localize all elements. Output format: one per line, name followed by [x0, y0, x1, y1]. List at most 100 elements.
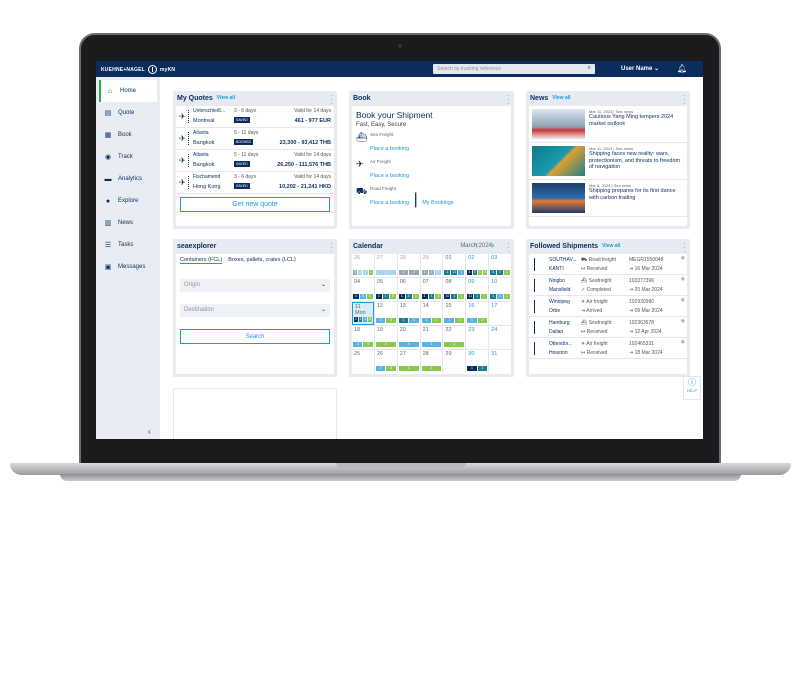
news-item[interactable]: Mar 11, 2024 | Sea news Shipping faces ne… — [529, 143, 687, 180]
quote-row[interactable]: ✈ Fischamend Hong Kong 3 - 6 days SAVED Valid… — [176, 172, 334, 194]
sidebar-item-home[interactable]: ⌂ Home — [99, 80, 157, 102]
event-count[interactable]: 2 — [477, 318, 488, 323]
calendar-day[interactable]: 12 3 3 — [374, 302, 397, 325]
more-options-icon[interactable]: · · · — [330, 240, 333, 256]
event-count[interactable]: 1 — [435, 270, 442, 275]
calendar-day[interactable]: 14 1 1 — [420, 302, 443, 325]
event-count[interactable]: 3 — [490, 270, 497, 275]
calendar-day[interactable]: 11 Mon 2 1 1 3 — [352, 302, 374, 325]
event-count[interactable]: 4 — [375, 342, 396, 347]
event-count[interactable]: 1 — [428, 294, 435, 299]
event-count[interactable]: 1 — [467, 366, 477, 371]
calendar-day[interactable]: 31 — [489, 350, 511, 373]
event-count[interactable]: 3 — [412, 294, 419, 299]
eye-icon[interactable]: ◉ — [681, 339, 685, 345]
event-count[interactable]: 2 — [409, 270, 419, 275]
eye-icon[interactable]: ◉ — [681, 276, 685, 282]
more-options-icon[interactable]: · · · — [683, 92, 686, 108]
sidebar-item-analytics[interactable]: ▬ Analytics — [99, 168, 157, 190]
event-count[interactable]: 1 — [451, 294, 458, 299]
event-count[interactable]: 3 — [386, 318, 396, 323]
calendar-day[interactable]: 27 1 — [374, 254, 397, 277]
event-count[interactable]: 3 — [386, 366, 396, 371]
event-count[interactable]: 11 — [467, 294, 474, 299]
calendar-day[interactable]: 08 10 1 1 — [443, 278, 466, 301]
event-count[interactable]: 10 — [444, 294, 451, 299]
calendar-day[interactable]: 04 4 5 1 — [352, 278, 374, 301]
shipment-row[interactable]: Hamburg Dalian ⛴ Seafreight ↦ Received 10236… — [529, 317, 687, 338]
news-item[interactable]: Mar 11, 2024 | Sea news Cautious Yang Min… — [529, 106, 687, 143]
more-options-icon[interactable]: · · · — [683, 240, 686, 256]
eye-icon[interactable]: ◉ — [681, 297, 685, 303]
sidebar-item-messages[interactable]: ▣ Messages — [99, 256, 157, 278]
eye-icon[interactable]: ◉ — [681, 255, 685, 261]
event-count[interactable]: 1 — [458, 294, 465, 299]
help-button[interactable]: ⓘ HELP — [683, 376, 701, 400]
calendar-day[interactable]: 05 1 1 3 — [374, 278, 397, 301]
calendar-day[interactable]: 25 — [352, 350, 374, 373]
quote-row[interactable]: ✈ Atlanta Bangkok 5 - 11 days BOOKED 23,300 -… — [176, 128, 334, 150]
chevron-right-icon[interactable]: › — [491, 240, 494, 251]
search-button[interactable]: Search — [180, 329, 330, 344]
sidebar-item-track[interactable]: ◉ Track — [99, 146, 157, 168]
calendar-day[interactable]: 19 4 — [374, 326, 397, 349]
event-count[interactable]: 2 — [375, 366, 386, 371]
event-count[interactable]: 1 — [497, 294, 504, 299]
sidebar-item-book[interactable]: ▦ Book — [99, 124, 157, 146]
news-title[interactable]: Cautious Yang Ming tempers 2024 market o… — [589, 114, 684, 127]
place-booking-link[interactable]: Place a booking — [370, 146, 409, 152]
calendar-day[interactable]: 15 1 1 — [443, 302, 466, 325]
shipment-row[interactable]: SOUTHAV... KANTI ⛟ Road freight ↦ Received M… — [529, 254, 687, 275]
news-title[interactable]: Shipping prepares for its first dance wi… — [589, 188, 684, 201]
tracking-search-input[interactable]: Search by tracking reference ⌕ — [433, 64, 595, 74]
event-count[interactable]: 1 — [366, 294, 373, 299]
sidebar-item-explore[interactable]: ● Explore — [99, 190, 157, 212]
calendar-day[interactable]: 17 — [489, 302, 511, 325]
shipment-row[interactable]: Winnipeg Orbe ✈ Air freight ⇥ Arrived 102930… — [529, 296, 687, 317]
event-count[interactable]: 1 — [368, 270, 373, 275]
event-count[interactable]: 4 — [398, 342, 419, 347]
calendar-day[interactable]: 28 1 — [420, 350, 443, 373]
calendar-day[interactable]: 26 2 3 — [374, 350, 397, 373]
event-count[interactable]: 1 — [358, 270, 363, 275]
place-booking-link[interactable]: Place a booking — [370, 200, 409, 206]
tab-fcl[interactable]: Containers (FCL) — [180, 257, 223, 264]
event-count[interactable]: 1 — [409, 318, 419, 323]
event-count[interactable]: 13 — [451, 270, 458, 275]
sidebar-item-news[interactable]: ▥ News — [99, 212, 157, 234]
event-count[interactable]: 3 — [421, 342, 442, 347]
destination-select[interactable]: Destination ⌄ — [180, 304, 330, 317]
user-menu[interactable]: User Name ⌄ — [621, 65, 659, 72]
event-count[interactable]: 1 — [477, 366, 488, 371]
calendar-day[interactable]: 20 4 — [397, 326, 420, 349]
event-count[interactable]: 2 — [497, 270, 504, 275]
event-count[interactable]: 1 — [444, 270, 451, 275]
event-count[interactable]: 4 — [353, 342, 363, 347]
event-count[interactable]: 1 — [421, 270, 428, 275]
event-count[interactable]: 1 — [477, 270, 482, 275]
bell-icon[interactable]: 🔔︎ — [677, 64, 687, 73]
calendar-day[interactable]: 30 1 1 — [466, 350, 489, 373]
news-title[interactable]: Shipping faces new reality: wars, protec… — [589, 151, 684, 171]
event-count[interactable]: 2 — [354, 317, 358, 322]
collapse-sidebar-icon[interactable]: ‹ — [148, 427, 151, 436]
event-count[interactable]: 1 — [382, 294, 389, 299]
event-count[interactable]: 1 — [398, 318, 409, 323]
event-count[interactable]: 1 — [375, 270, 396, 275]
event-count[interactable]: 5 — [359, 294, 366, 299]
calendar-day[interactable]: 10 1 1 1 — [489, 278, 511, 301]
calendar-day[interactable]: 18 4 3 — [352, 326, 374, 349]
view-all-link[interactable]: View all — [552, 95, 570, 101]
view-all-link[interactable]: View all — [602, 243, 620, 249]
event-count[interactable]: 3 — [353, 270, 358, 275]
event-count[interactable]: 3 — [375, 318, 386, 323]
origin-select[interactable]: Origin ⌄ — [180, 279, 330, 292]
calendar-day[interactable]: 01 1 13 1 — [443, 254, 466, 277]
calendar-day[interactable]: 09 11 1 1 — [466, 278, 489, 301]
calendar-day[interactable]: 06 1 4 3 — [397, 278, 420, 301]
event-count[interactable]: 1 — [454, 318, 465, 323]
calendar-day[interactable]: 28 1 2 — [397, 254, 420, 277]
calendar-day[interactable]: 02 4 3 1 5 — [466, 254, 489, 277]
eye-icon[interactable]: ◉ — [681, 318, 685, 324]
shipment-row[interactable]: Ottendor... Houston ✈ Air freight ↦ Receive… — [529, 338, 687, 359]
